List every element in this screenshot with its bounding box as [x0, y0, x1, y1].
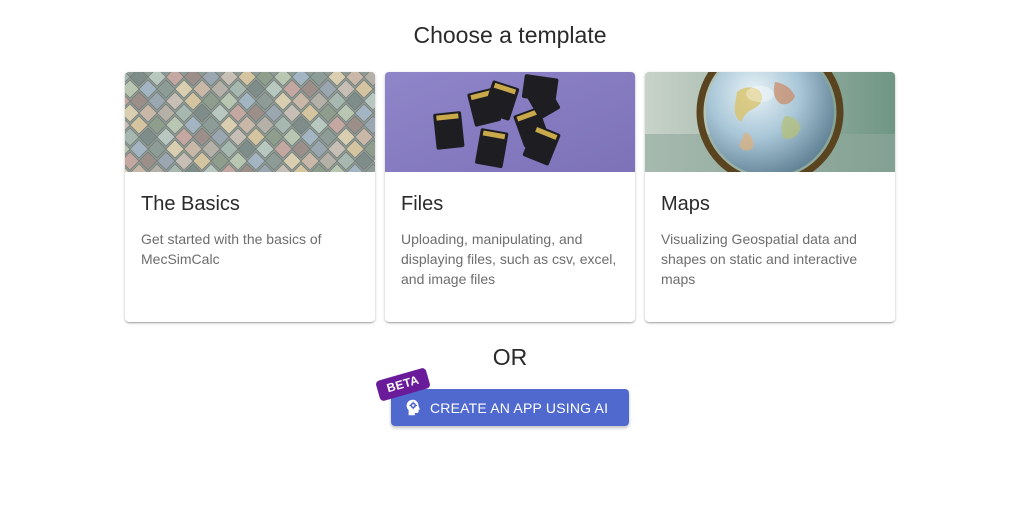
lightbulb-head-icon	[405, 399, 421, 416]
card-title: Files	[401, 193, 444, 215]
create-app-button-label: CREATE AN APP USING AI	[430, 400, 609, 416]
template-card-files[interactable]: Files Uploading, manipulating, and displ…	[385, 72, 635, 322]
page-title: Choose a template	[413, 22, 607, 48]
card-description: Visualizing Geospatial data and shapes o…	[661, 231, 858, 287]
colorful-shingles-image	[125, 72, 375, 172]
or-divider: OR	[492, 344, 528, 370]
create-app-with-ai-button[interactable]: CREATE AN APP USING AI	[391, 389, 629, 426]
template-cards: The Basics Get started with the basics o…	[125, 72, 895, 322]
template-card-maps[interactable]: Maps Visualizing Geospatial data and sha…	[645, 72, 895, 322]
sd-cards-image	[385, 72, 635, 172]
card-title: Maps	[661, 193, 710, 215]
card-description: Uploading, manipulating, and displaying …	[401, 231, 617, 287]
card-title: The Basics	[141, 193, 240, 215]
template-card-basics[interactable]: The Basics Get started with the basics o…	[125, 72, 375, 322]
globe-image	[645, 72, 895, 172]
card-description: Get started with the basics of MecSimCal…	[141, 231, 322, 267]
